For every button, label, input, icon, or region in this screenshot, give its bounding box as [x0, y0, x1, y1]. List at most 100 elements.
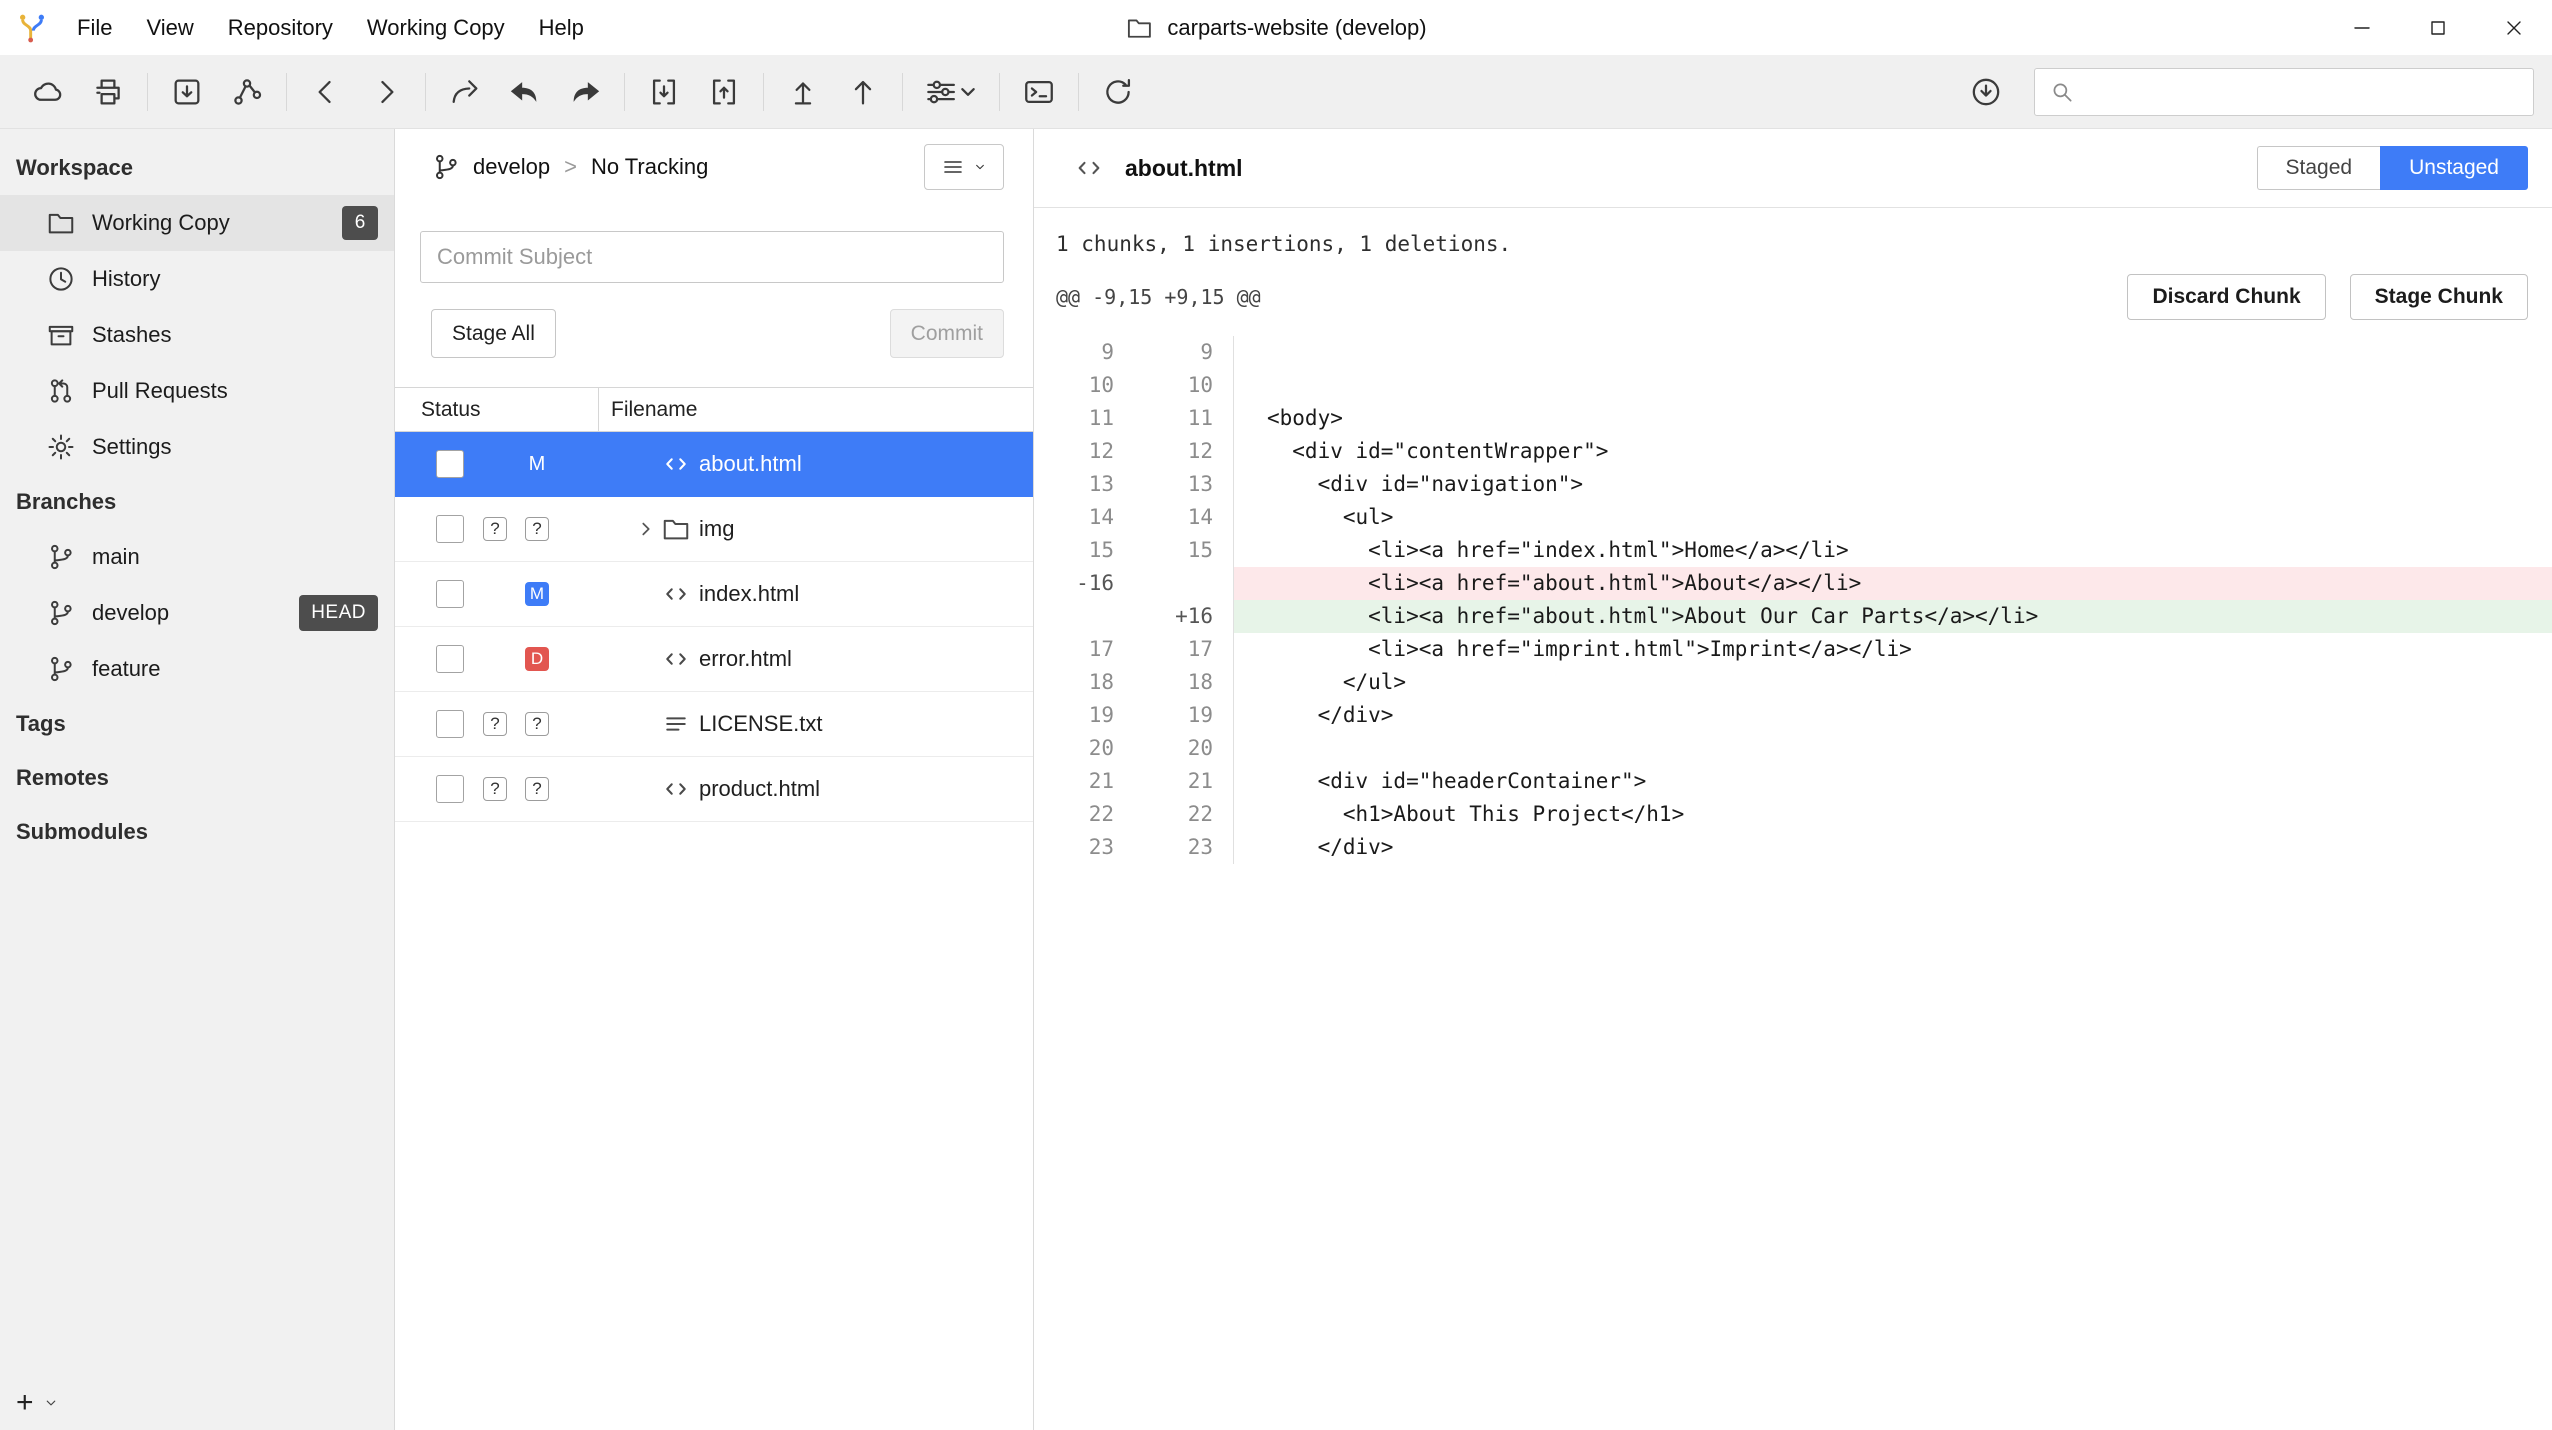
sidebar-item-stashes[interactable]: Stashes [0, 307, 394, 363]
file-table: Status Filename Mabout.html??imgMindex.h… [395, 387, 1033, 822]
diff-line-text: </div> [1234, 831, 2552, 864]
stage-checkbox[interactable] [436, 775, 464, 803]
commit-button[interactable]: Commit [890, 309, 1004, 358]
share-curved-button[interactable] [435, 64, 495, 120]
code-icon [661, 774, 691, 804]
stage-all-button[interactable]: Stage All [431, 309, 556, 358]
sidebar-item-working-copy[interactable]: Working Copy6 [0, 195, 394, 251]
file-rows: Mabout.html??imgMindex.htmlDerror.html??… [395, 432, 1033, 822]
commit-graph-button[interactable] [217, 64, 277, 120]
diff-line: 1313 <div id="navigation"> [1034, 468, 2552, 501]
cloud-button[interactable] [18, 64, 78, 120]
tab-staged[interactable]: Staged [2257, 146, 2381, 190]
sidebar-item-main[interactable]: main [0, 529, 394, 585]
section-header-workspace: Workspace [0, 141, 394, 195]
file-row-index-html[interactable]: Mindex.html [395, 562, 1033, 627]
push-upstream-button[interactable] [773, 64, 833, 120]
menu-repository[interactable]: Repository [211, 0, 350, 55]
diff-line-text [1234, 336, 2552, 369]
diff-line: 1212 <div id="contentWrapper"> [1034, 435, 2552, 468]
nav-back-button[interactable] [296, 64, 356, 120]
toolbar [0, 55, 2552, 129]
file-row-img[interactable]: ??img [395, 497, 1033, 562]
filter-menu-button[interactable] [912, 64, 990, 120]
nav-forward-button[interactable] [356, 64, 416, 120]
expand-chevron-icon[interactable] [633, 516, 659, 542]
file-name: product.html [699, 776, 820, 802]
maximize-button[interactable] [2400, 0, 2476, 55]
menu-working-copy[interactable]: Working Copy [350, 0, 522, 55]
new-line-number: 22 [1132, 798, 1234, 831]
expand-spacer [633, 451, 659, 477]
head-badge: HEAD [299, 595, 378, 631]
file-status: ?? [483, 517, 549, 541]
refresh-button[interactable] [1088, 64, 1148, 120]
stash-apply-button[interactable] [694, 64, 754, 120]
status-spacer [483, 647, 507, 671]
hamburger-menu-icon [941, 155, 965, 179]
diff-line: 1010 [1034, 369, 2552, 402]
file-row-product-html[interactable]: ??product.html [395, 757, 1033, 822]
chunk-buttons: Discard Chunk Stage Chunk [2127, 274, 2528, 320]
folder-icon [661, 514, 691, 544]
diff-line: 1717 <li><a href="imprint.html">Imprint<… [1034, 633, 2552, 666]
commit-subject-input[interactable] [420, 231, 1004, 283]
new-line-number: 14 [1132, 501, 1234, 534]
file-row-license-txt[interactable]: ??LICENSE.txt [395, 692, 1033, 757]
sidebar-item-develop[interactable]: developHEAD [0, 585, 394, 641]
stage-checkbox[interactable] [436, 515, 464, 543]
stage-checkbox[interactable] [436, 710, 464, 738]
sidebar-item-pull-requests[interactable]: Pull Requests [0, 363, 394, 419]
search-input[interactable] [2085, 80, 2519, 104]
printer-icon [91, 75, 125, 109]
branch-row: develop > No Tracking [420, 143, 1004, 191]
diff-line-text: <h1>About This Project</h1> [1234, 798, 2552, 831]
forward-filled-button[interactable] [555, 64, 615, 120]
search-box[interactable] [2034, 68, 2534, 116]
code-icon [661, 644, 691, 674]
new-line-number: 11 [1132, 402, 1234, 435]
stage-chunk-button[interactable]: Stage Chunk [2350, 274, 2528, 320]
terminal-button[interactable] [1009, 64, 1069, 120]
add-repository-button[interactable]: + [16, 1386, 60, 1420]
old-line-number: 13 [1034, 468, 1132, 501]
menu-view[interactable]: View [129, 0, 210, 55]
stage-checkbox[interactable] [436, 450, 464, 478]
sidebar-item-feature[interactable]: feature [0, 641, 394, 697]
discard-chunk-button[interactable]: Discard Chunk [2127, 274, 2325, 320]
sidebar-item-settings[interactable]: Settings [0, 419, 394, 475]
minimize-button[interactable] [2324, 0, 2400, 55]
reply-filled-button[interactable] [495, 64, 555, 120]
fetch-download-button[interactable] [1956, 64, 2016, 120]
search-icon [2049, 79, 2075, 105]
sidebar-item-history[interactable]: History [0, 251, 394, 307]
menu-help[interactable]: Help [522, 0, 601, 55]
diff-file-name: about.html [1125, 155, 1243, 182]
section-header-submodules: Submodules [0, 805, 394, 859]
status-badge-deleted: D [525, 647, 549, 671]
diff-line-text: <li><a href="about.html">About Our Car P… [1234, 600, 2552, 633]
stage-checkbox[interactable] [436, 580, 464, 608]
sidebar-item-label: Settings [92, 434, 172, 460]
toolbar-separator [286, 73, 287, 111]
printer-button[interactable] [78, 64, 138, 120]
diff-line: -16 <li><a href="about.html">About</a></… [1034, 567, 2552, 600]
old-line-number: 11 [1034, 402, 1132, 435]
breadcrumb-separator: > [564, 154, 577, 180]
stash-save-button[interactable] [634, 64, 694, 120]
repo-import-button[interactable] [157, 64, 217, 120]
close-button[interactable] [2476, 0, 2552, 55]
tab-unstaged[interactable]: Unstaged [2380, 146, 2528, 190]
toolbar-left [18, 64, 1148, 120]
file-row-about-html[interactable]: Mabout.html [395, 432, 1033, 497]
menu-file[interactable]: File [60, 0, 129, 55]
diff-line: 1414 <ul> [1034, 501, 2552, 534]
sidebar-item-label: Stashes [92, 322, 172, 348]
stage-checkbox[interactable] [436, 645, 464, 673]
branch-options-menu-button[interactable] [924, 144, 1004, 190]
push-button[interactable] [833, 64, 893, 120]
old-line-number [1034, 600, 1132, 633]
file-row-error-html[interactable]: Derror.html [395, 627, 1033, 692]
new-line-number: 18 [1132, 666, 1234, 699]
new-line-number: 10 [1132, 369, 1234, 402]
